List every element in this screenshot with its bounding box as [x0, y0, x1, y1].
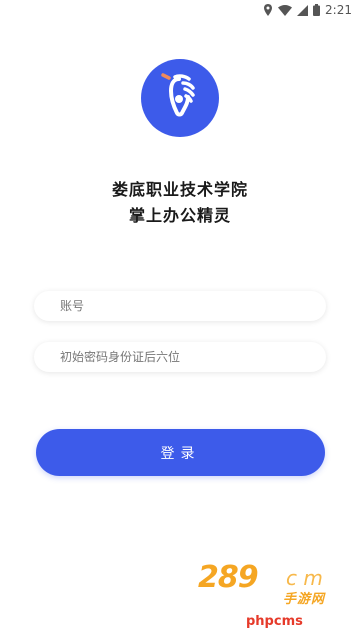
password-input[interactable] — [58, 349, 326, 365]
app-name: 掌上办公精灵 — [128, 206, 231, 225]
app-logo — [141, 59, 219, 137]
location-icon — [263, 4, 273, 16]
watermark-logo-number: 289 — [198, 560, 259, 595]
signal-icon — [297, 4, 309, 16]
hand-logo-icon — [153, 69, 207, 127]
password-field[interactable] — [34, 342, 326, 372]
watermark-logo-cn: 手游网 — [283, 592, 326, 607]
watermark-logo-com: c m — [286, 566, 323, 590]
status-time: 2:21 — [325, 3, 352, 17]
battery-icon — [313, 4, 321, 16]
wifi-icon — [278, 4, 293, 16]
school-name: 娄底职业技术学院 — [111, 180, 248, 199]
account-field[interactable] — [34, 291, 326, 321]
watermark-text: phpcms — [246, 614, 303, 629]
account-input[interactable] — [58, 298, 326, 314]
login-button[interactable]: 登录 — [36, 429, 325, 476]
status-bar: 2:21 — [0, 0, 360, 20]
